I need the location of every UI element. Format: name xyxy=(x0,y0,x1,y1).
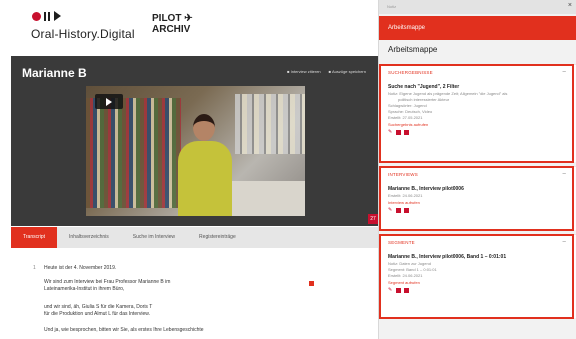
play-icon xyxy=(54,11,61,21)
timecode[interactable]: 1 xyxy=(33,265,36,271)
interview-tabs: Transcript Inhaltsverzeichnis Suche im I… xyxy=(11,227,378,248)
shelf-image xyxy=(235,94,305,154)
play-button[interactable] xyxy=(95,94,123,109)
highlight-box xyxy=(379,234,574,319)
close-icon[interactable]: × xyxy=(568,2,572,9)
tab-toc[interactable]: Inhaltsverzeichnis xyxy=(57,227,121,248)
highlight-box xyxy=(379,166,574,231)
annotation-marker-icon[interactable] xyxy=(309,281,314,286)
video-player[interactable] xyxy=(86,86,305,216)
stage-actions: Interview zitieren Auszüge speichern xyxy=(287,69,366,74)
stage-badge[interactable]: 27 xyxy=(368,214,378,224)
partner-line2: ARCHIV xyxy=(152,24,191,35)
interviewee-image xyxy=(178,114,232,216)
interview-stage: Marianne B Interview zitieren Auszüge sp… xyxy=(11,56,378,226)
site-header: Oral-History.Digital PILOT ✈ ARCHIV xyxy=(0,0,378,50)
pause-icon xyxy=(44,11,51,21)
partner-line1: PILOT ✈ xyxy=(152,13,193,24)
logo-icons[interactable] xyxy=(32,11,61,21)
tab-registry[interactable]: Registereinträge xyxy=(187,227,248,248)
tab-transcript[interactable]: Transcript xyxy=(11,227,58,248)
record-icon xyxy=(32,11,41,21)
panel-top-label: Notiz xyxy=(379,0,576,14)
transcript: 1 Heute ist der 4. November 2019. Wir si… xyxy=(11,254,378,339)
panel-title: Arbeitsmappe xyxy=(388,45,438,54)
interviewee-name: Marianne B xyxy=(22,66,87,80)
tab-search[interactable]: Suche im Interview xyxy=(121,227,187,248)
transcript-line: Heute ist der 4. November 2019. xyxy=(44,265,117,271)
transcript-line: für die Produktion und Almut L für das I… xyxy=(44,311,150,317)
transcript-line: Lateinamerika-Institut in ihrem Büro, xyxy=(44,286,125,292)
logo-text[interactable]: Oral-History.Digital xyxy=(31,27,135,41)
save-excerpts-button[interactable]: Auszüge speichern xyxy=(329,69,366,74)
transcript-line: und wir sind, äh, Giulia S für die Kamer… xyxy=(44,304,153,310)
highlight-box xyxy=(379,64,574,163)
partner-logo[interactable]: PILOT ✈ ARCHIV xyxy=(152,13,193,35)
transcript-line: Wir sind zum Interview bei Frau Professo… xyxy=(44,279,171,285)
panel-header[interactable]: Arbeitsmappe xyxy=(379,16,576,40)
transcript-line: Und ja, wie besprochen, bitten wir Sie, … xyxy=(44,327,204,333)
bookshelf-image xyxy=(86,98,181,208)
cite-interview-button[interactable]: Interview zitieren xyxy=(287,69,321,74)
